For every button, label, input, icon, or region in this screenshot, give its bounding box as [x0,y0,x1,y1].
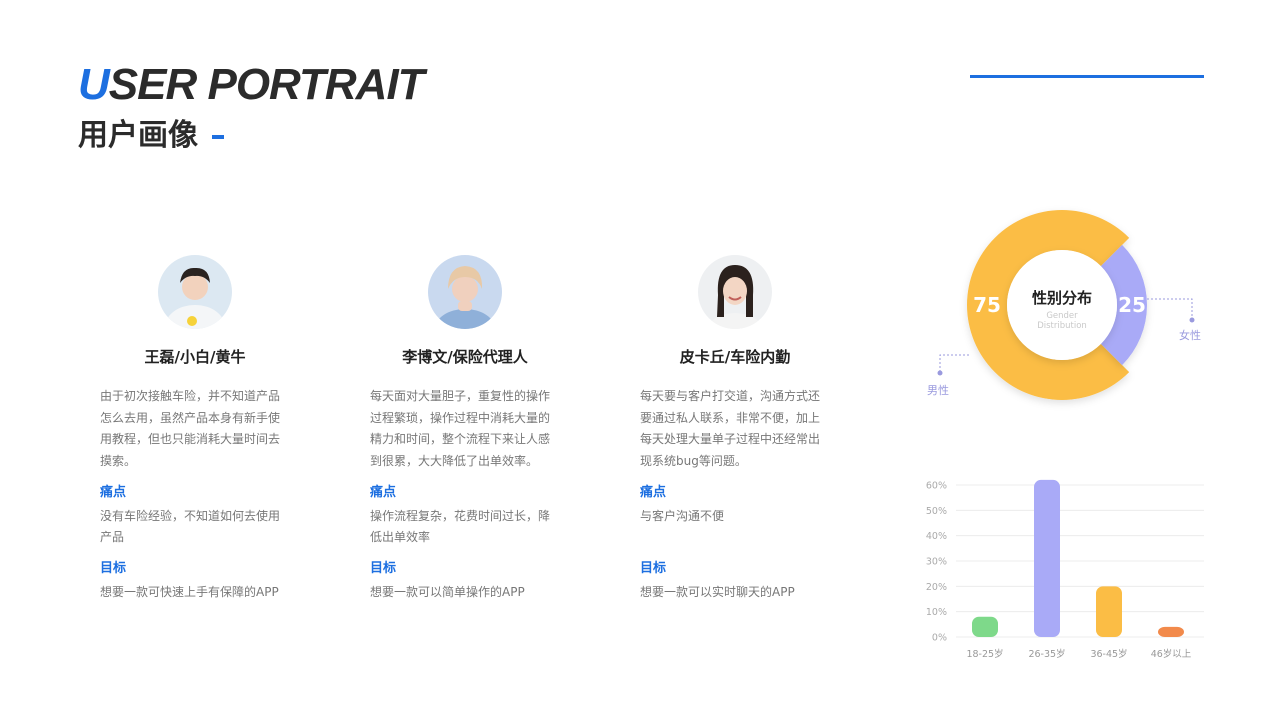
x-tick-label: 26-35岁 [1028,648,1065,660]
page-title-cn: 用户画像 [78,116,224,156]
bar-0 [972,616,998,637]
gender-donut-svg: 75 25 性别分布 GenderDistribution 女性男性 [927,210,1201,400]
persona-name: 王磊/小白/黄牛 [144,348,246,366]
bar-1 [1034,479,1060,637]
title-rest: SER PORTRAIT [108,60,425,109]
y-tick-label: 60% [926,481,947,492]
y-tick-label: 40% [926,531,947,542]
pain-text: 没有车险经验，不知道如何去使用产品 [100,509,281,544]
y-tick-label: 20% [926,582,947,593]
x-tick-label: 46岁以上 [1151,648,1192,660]
goal-label: 目标 [640,561,667,576]
pain-label: 痛点 [640,485,667,500]
avatar [428,255,502,329]
persona-card-1: 王磊/小白/黄牛 由于初次接触车险，并不知道产品怎么去用，虽然产品本身有新手使用… [100,255,290,603]
persona-name: 皮卡丘/车险内勤 [679,348,791,366]
bar-2 [1096,586,1122,637]
page-title-en: USER PORTRAIT [78,60,425,110]
avatar-photo-icon [158,255,232,329]
persona-card-2: 李博文/保险代理人 每天面对大量胆子，重复性的操作过程繁琐，操作过程中消耗大量的… [370,255,560,603]
avatar-photo-icon [428,255,502,329]
avatar [698,255,772,329]
pain-text: 操作流程复杂，花费时间过长，降低出单效率 [370,509,551,544]
persona-card-3: 皮卡丘/车险内勤 每天要与客户打交道，沟通方式还要通过私人联系，非常不便，加上每… [640,255,830,603]
goal-label: 目标 [100,561,127,576]
persona-name: 李博文/保险代理人 [402,348,528,366]
donut-label-female: 女性 [1179,328,1201,342]
gender-donut-chart: 75 25 性别分布 Gender Distribution 女性男性 [925,205,1215,415]
donut-subtitle: Distribution [1037,321,1087,331]
persona-description: 由于初次接触车险，并不知道产品怎么去用，虽然产品本身有新手使用教程，但也只能消耗… [100,389,281,468]
avatar-photo-icon [698,255,772,329]
y-tick-label: 50% [926,506,947,517]
avatar [158,255,232,329]
y-tick-label: 10% [926,607,947,618]
donut-title: 性别分布 [1032,289,1092,307]
pain-label: 痛点 [100,485,127,500]
x-tick-label: 18-25岁 [966,648,1003,660]
header-accent-line [970,75,1204,78]
goal-label: 目标 [370,561,397,576]
pain-label: 痛点 [370,485,397,500]
bar-3 [1158,626,1184,637]
donut-value-label: 75 [973,293,1001,317]
donut-label-male: 男性 [927,383,949,397]
goal-text: 想要一款可以简单操作的APP [370,585,525,599]
title-dash [212,134,224,139]
age-bar-svg: 0% 10% 20% 30% 40% 50% 60% 18-25岁 26-35岁 36-45岁 46… [926,479,1204,660]
title-first-letter: U [78,60,110,109]
persona-description: 每天面对大量胆子，重复性的操作过程繁琐，操作过程中消耗大量的精力和时间，整个流程… [370,389,551,468]
donut-value-label: 25 [1118,293,1146,317]
goal-text: 想要一款可以实时聊天的APP [640,585,795,599]
persona-description: 每天要与客户打交道，沟通方式还要通过私人联系，非常不便，加上每天处理大量单子过程… [640,389,821,468]
goal-text: 想要一款可快速上手有保障的APP [100,585,279,599]
y-tick-label: 30% [926,557,947,568]
x-tick-label: 36-45岁 [1090,648,1127,660]
pain-text: 与客户沟通不便 [640,509,725,523]
y-tick-label: 0% [932,633,947,644]
title-cn-text: 用户画像 [78,118,198,153]
age-bar-chart: 0% 10% 20% 30% 40% 50% 60% 18-25岁 26-35岁 36-45岁 46… [920,470,1220,670]
donut-subtitle: Gender [1046,311,1078,321]
